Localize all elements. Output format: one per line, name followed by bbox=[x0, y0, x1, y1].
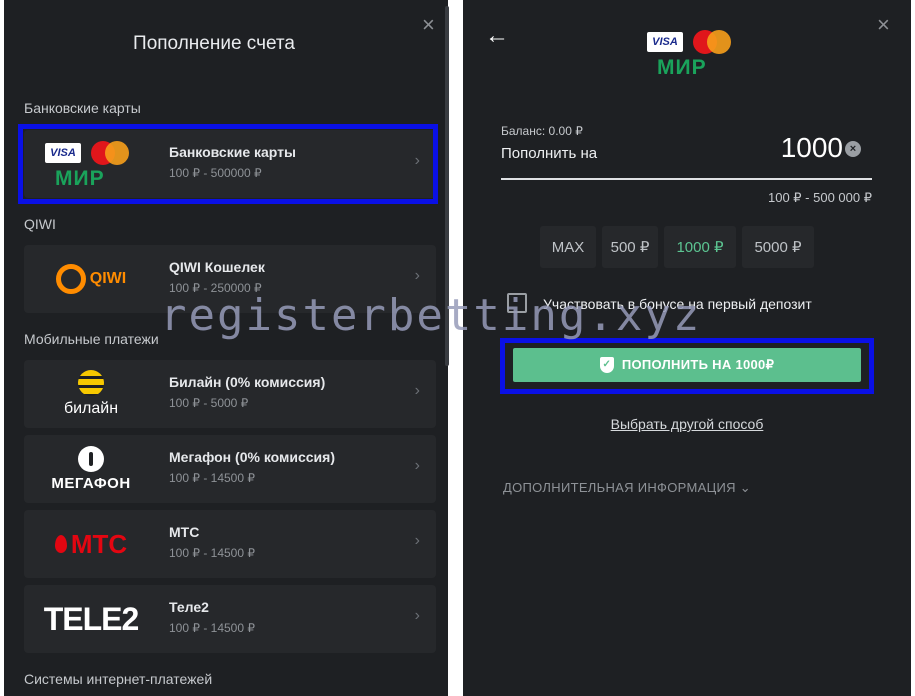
method-mts[interactable]: МТС МТС 100 ₽ - 14500 ₽ › bbox=[24, 510, 436, 578]
mts-logo: МТС bbox=[36, 518, 146, 570]
amount-range: 100 ₽ - 500 000 ₽ bbox=[768, 190, 872, 205]
back-arrow-icon[interactable]: ← bbox=[485, 22, 509, 50]
method-tele2[interactable]: TELE2 Теле2 100 ₽ - 14500 ₽ › bbox=[24, 585, 436, 653]
method-range: 100 ₽ - 14500 ₽ bbox=[169, 471, 255, 485]
deposit-button[interactable]: ✓ ПОПОЛНИТЬ НА 1000₽ bbox=[513, 348, 861, 382]
method-range: 100 ₽ - 14500 ₽ bbox=[169, 621, 255, 635]
section-label-qiwi: QIWI bbox=[24, 216, 56, 232]
mts-egg-icon bbox=[54, 535, 67, 553]
method-range: 100 ₽ - 250000 ₽ bbox=[169, 281, 262, 295]
beeline-icon bbox=[77, 370, 104, 396]
method-range: 100 ₽ - 500000 ₽ bbox=[169, 166, 262, 180]
tele2-logo: TELE2 bbox=[43, 600, 140, 637]
qiwi-icon bbox=[55, 264, 86, 294]
deposit-form-panel: ← × VISA МИР Баланс: 0.00 ₽ Пополнить на… bbox=[463, 0, 911, 696]
method-title: QIWI Кошелек bbox=[169, 259, 265, 275]
qiwi-logo: QIWI bbox=[36, 253, 146, 305]
section-label-internet-payments: Системы интернет-платежей bbox=[24, 671, 213, 687]
beeline-logo: билайн bbox=[36, 368, 146, 420]
chevron-right-icon: › bbox=[414, 607, 420, 624]
amount-label: Пополнить на bbox=[501, 145, 598, 162]
bonus-label: Участвовать в бонусе на первый депозит bbox=[543, 296, 812, 312]
megafon-icon bbox=[77, 446, 104, 472]
preset-5000-button[interactable]: 5000 ₽ bbox=[742, 226, 814, 268]
preset-1000-button[interactable]: 1000 ₽ bbox=[664, 226, 736, 268]
card-brands-logo: VISA МИР bbox=[36, 138, 146, 190]
method-megafon[interactable]: МЕГАФОН Мегафон (0% комиссия) 100 ₽ - 14… bbox=[24, 435, 436, 503]
choose-other-method-link[interactable]: Выбрать другой способ bbox=[463, 416, 911, 432]
clear-icon[interactable]: × bbox=[845, 141, 861, 157]
method-range: 100 ₽ - 5000 ₽ bbox=[169, 396, 249, 410]
deposit-button-label: ПОПОЛНИТЬ НА 1000₽ bbox=[621, 357, 775, 372]
method-title: Билайн (0% комиссия) bbox=[169, 374, 326, 390]
shield-check-icon: ✓ bbox=[599, 357, 614, 373]
mir-logo: МИР bbox=[657, 56, 707, 79]
chevron-right-icon: › bbox=[414, 382, 420, 399]
section-label-bank-cards: Банковские карты bbox=[24, 100, 141, 116]
method-range: 100 ₽ - 14500 ₽ bbox=[169, 546, 255, 560]
more-info-toggle[interactable]: ДОПОЛНИТЕЛЬНАЯ ИНФОРМАЦИЯ ⌄ bbox=[503, 480, 751, 496]
payment-methods-panel: × Пополнение счета Банковские карты VISA… bbox=[4, 0, 449, 696]
method-title: Теле2 bbox=[169, 599, 209, 615]
visa-logo: VISA bbox=[45, 143, 81, 163]
method-title: Мегафон (0% комиссия) bbox=[169, 449, 335, 465]
input-underline bbox=[501, 178, 872, 180]
method-title: МТС bbox=[169, 524, 200, 540]
chevron-right-icon: › bbox=[414, 267, 420, 284]
section-label-mobile: Мобильные платежи bbox=[24, 331, 159, 347]
card-brands-logo: VISA МИР bbox=[643, 28, 743, 79]
amount-input[interactable] bbox=[743, 132, 843, 164]
method-title: Банковские карты bbox=[169, 144, 296, 160]
method-qiwi[interactable]: QIWI QIWI Кошелек 100 ₽ - 250000 ₽ › bbox=[24, 245, 436, 313]
close-icon[interactable]: × bbox=[877, 14, 890, 36]
bonus-checkbox[interactable] bbox=[507, 293, 527, 313]
preset-max-button[interactable]: MAX bbox=[540, 226, 596, 268]
megafon-logo: МЕГАФОН bbox=[36, 443, 146, 495]
method-bank-cards[interactable]: VISA МИР Банковские карты 100 ₽ - 500000… bbox=[24, 130, 436, 198]
page-title: Пополнение счета bbox=[133, 33, 295, 54]
scrollbar[interactable] bbox=[445, 6, 449, 366]
chevron-right-icon: › bbox=[414, 532, 420, 549]
visa-logo: VISA bbox=[647, 32, 683, 52]
balance-text: Баланс: 0.00 ₽ bbox=[501, 124, 583, 138]
method-beeline[interactable]: билайн Билайн (0% комиссия) 100 ₽ - 5000… bbox=[24, 360, 436, 428]
mir-logo: МИР bbox=[55, 167, 105, 190]
preset-500-button[interactable]: 500 ₽ bbox=[602, 226, 658, 268]
amount-presets: MAX 500 ₽ 1000 ₽ 5000 ₽ bbox=[540, 226, 814, 268]
chevron-right-icon: › bbox=[414, 457, 420, 474]
chevron-right-icon: › bbox=[414, 152, 420, 169]
